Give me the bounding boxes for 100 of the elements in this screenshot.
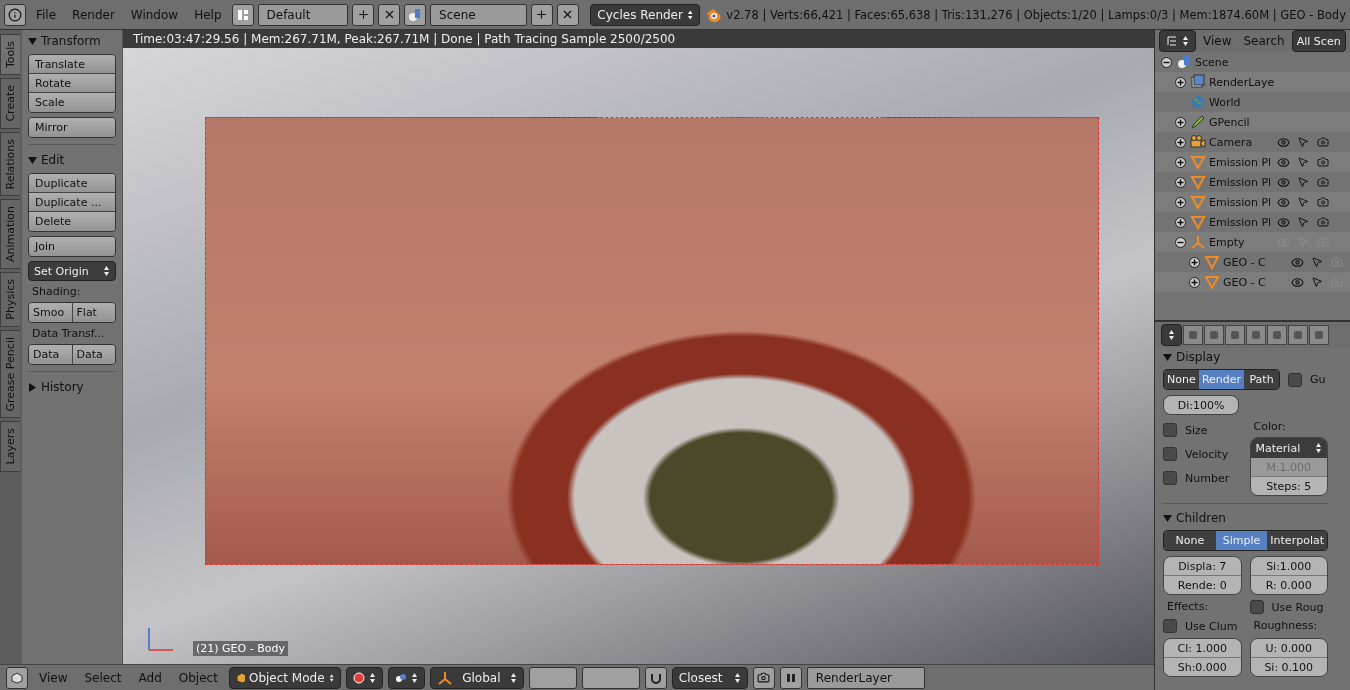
outliner-item[interactable]: World: [1209, 95, 1273, 109]
menu-item[interactable]: Help: [188, 7, 228, 22]
segment-button[interactable]: None: [1164, 531, 1216, 550]
disclosure-triangle-icon[interactable]: [28, 155, 37, 165]
render-button[interactable]: [752, 666, 775, 689]
outliner-item[interactable]: GEO - C: [1223, 255, 1287, 269]
tool-button[interactable]: Join: [29, 237, 115, 256]
vertical-tab[interactable]: Relations: [0, 131, 20, 197]
tool-button[interactable]: Mirror: [29, 118, 115, 137]
pause-button[interactable]: [779, 666, 802, 689]
tool-button[interactable]: Translate: [29, 55, 115, 74]
vertical-tab[interactable]: Tools: [0, 34, 20, 76]
checkbox[interactable]: [1163, 423, 1177, 437]
layout-button[interactable]: [231, 3, 254, 26]
menu-item[interactable]: View: [33, 670, 74, 685]
tool-button[interactable]: Scale: [29, 93, 115, 112]
expand-toggle-icon[interactable]: [1175, 116, 1186, 128]
vertical-tab[interactable]: Create: [0, 78, 20, 129]
number-field[interactable]: Steps: 5: [1250, 477, 1327, 495]
vertical-tab[interactable]: Grease Pencil: [0, 329, 20, 419]
expand-toggle-icon[interactable]: [1175, 196, 1186, 208]
expand-toggle-icon[interactable]: [1175, 156, 1186, 168]
number-field[interactable]: Si: 0.100: [1250, 658, 1327, 676]
scene-field[interactable]: Scene: [430, 3, 527, 26]
layers-grid[interactable]: [528, 666, 577, 689]
snap-button[interactable]: [644, 666, 667, 689]
set-origin-dropdown[interactable]: Set Origin: [28, 261, 116, 281]
add-button[interactable]: [352, 3, 375, 26]
checkbox[interactable]: [1288, 372, 1302, 387]
outliner-item[interactable]: Scene: [1195, 55, 1259, 69]
number-field[interactable]: Cl: 1.000: [1164, 639, 1241, 658]
expand-toggle-icon[interactable]: [1175, 216, 1186, 228]
vertical-tab[interactable]: Layers: [0, 421, 20, 472]
menu-item[interactable]: File: [30, 7, 63, 22]
collapse-toggle-icon[interactable]: [1161, 56, 1172, 68]
expand-toggle-icon[interactable]: [1189, 256, 1200, 268]
disclosure-triangle-icon[interactable]: [28, 382, 37, 392]
checkbox[interactable]: [1163, 447, 1177, 461]
number-field[interactable]: Displa: 7: [1164, 557, 1241, 576]
outliner-item[interactable]: Emission Pl: [1209, 175, 1273, 189]
tool-button[interactable]: Data: [29, 345, 73, 364]
add-button[interactable]: [530, 3, 553, 26]
properties-type-button[interactable]: [1161, 324, 1182, 346]
info-editor-button[interactable]: [4, 3, 26, 26]
disclosure-triangle-icon[interactable]: [1163, 352, 1172, 362]
orientation-dropdown[interactable]: Global: [429, 666, 524, 689]
tool-button[interactable]: Rotate: [29, 74, 115, 93]
tool-button[interactable]: Flat: [72, 303, 115, 322]
segment-button[interactable]: Render: [1198, 370, 1245, 389]
expand-toggle-icon[interactable]: [1175, 76, 1186, 88]
checkbox[interactable]: [1163, 619, 1177, 633]
display-filter-dropdown[interactable]: All Scen: [1291, 30, 1346, 52]
panel-header[interactable]: Transform: [41, 34, 101, 48]
tool-button[interactable]: Smoo: [29, 303, 73, 322]
modifiers-tab[interactable]: [1309, 325, 1329, 345]
close-button[interactable]: [556, 3, 579, 26]
outliner-type-button[interactable]: [1159, 30, 1196, 52]
layers-tab[interactable]: [1204, 325, 1224, 345]
tool-button[interactable]: Duplicate ...: [29, 193, 115, 212]
segment-button[interactable]: None: [1164, 370, 1199, 389]
render-engine-dropdown[interactable]: Cycles Render: [590, 3, 701, 26]
segment-button[interactable]: Interpolat: [1267, 531, 1327, 550]
vertical-tab[interactable]: Animation: [0, 199, 20, 270]
close-button[interactable]: [378, 3, 401, 26]
layers-grid[interactable]: [581, 666, 640, 689]
segment-button[interactable]: Simple: [1215, 531, 1268, 550]
disclosure-triangle-icon[interactable]: [28, 36, 37, 46]
menu-item[interactable]: Window: [124, 7, 185, 22]
menu-item[interactable]: Add: [132, 670, 168, 685]
panel-header[interactable]: Children: [1176, 511, 1226, 525]
panel-header[interactable]: History: [41, 380, 84, 394]
constraints-tab[interactable]: [1288, 325, 1308, 345]
segment-button[interactable]: Path: [1244, 370, 1279, 389]
expand-toggle-icon[interactable]: [1175, 136, 1186, 148]
panel-header[interactable]: Display: [1176, 350, 1221, 364]
color-dropdown[interactable]: Material: [1250, 438, 1327, 458]
outliner-item[interactable]: Emission Pl: [1209, 215, 1273, 229]
editor-type-button[interactable]: [6, 666, 28, 689]
object-tab[interactable]: [1267, 325, 1287, 345]
outliner-item[interactable]: Camera: [1209, 135, 1273, 149]
expand-toggle-icon[interactable]: [1189, 276, 1200, 288]
checkbox[interactable]: [1249, 600, 1264, 614]
panel-header[interactable]: Edit: [41, 153, 65, 167]
shading-dropdown[interactable]: [345, 666, 383, 689]
menu-item[interactable]: Select: [78, 670, 128, 685]
tool-button[interactable]: Data: [72, 345, 115, 364]
world-tab[interactable]: [1246, 325, 1266, 345]
scene-button[interactable]: [404, 3, 427, 26]
tool-button[interactable]: Delete: [29, 212, 115, 231]
number-field[interactable]: Rende: 0: [1164, 576, 1241, 594]
tool-button[interactable]: Duplicate: [29, 174, 115, 193]
number-field[interactable]: Si:1.000: [1250, 557, 1327, 576]
disclosure-triangle-icon[interactable]: [1163, 513, 1172, 523]
vertical-tab[interactable]: Physics: [0, 272, 20, 327]
pivot-dropdown[interactable]: [387, 666, 425, 689]
snap-target-dropdown[interactable]: Closest: [671, 666, 748, 689]
menu-item[interactable]: Render: [66, 7, 121, 22]
number-field[interactable]: R: 0.000: [1250, 576, 1327, 594]
collapse-toggle-icon[interactable]: [1175, 236, 1186, 248]
number-field[interactable]: Di:100%: [1163, 395, 1239, 415]
